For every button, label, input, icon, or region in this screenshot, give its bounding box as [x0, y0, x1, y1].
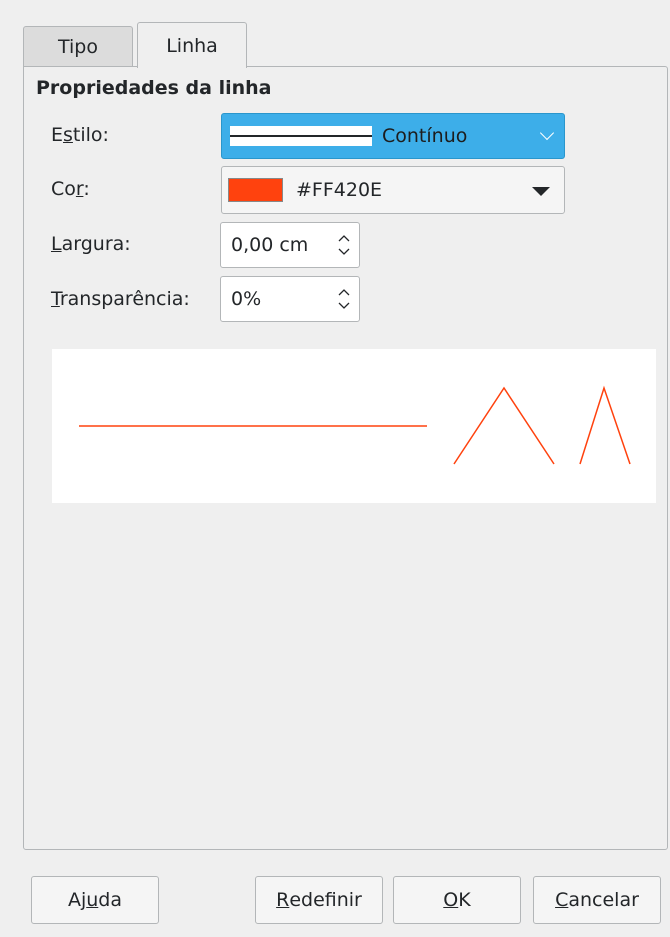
- cancel-button[interactable]: Cancelar: [533, 876, 661, 924]
- line-width-value: 0,00 cm: [231, 234, 309, 256]
- preview-narrow-angle: [579, 385, 631, 465]
- line-style-dropdown[interactable]: Contínuo: [221, 113, 565, 159]
- dropdown-arrow-icon: [532, 187, 550, 196]
- color-label: Cor:: [51, 178, 90, 200]
- line-preview: [52, 349, 656, 503]
- width-label: Largura:: [51, 233, 131, 255]
- style-label: Estilo:: [51, 124, 109, 146]
- line-color-dropdown[interactable]: #FF420E: [221, 166, 565, 214]
- preview-wide-angle: [453, 386, 555, 465]
- reset-button[interactable]: Redefinir: [255, 876, 383, 924]
- transparency-label: Transparência:: [51, 288, 190, 310]
- line-style-value: Contínuo: [382, 125, 468, 147]
- ok-button[interactable]: OK: [393, 876, 521, 924]
- help-button[interactable]: Aj u da: [31, 876, 159, 924]
- line-color-value: #FF420E: [296, 179, 383, 201]
- spin-arrows-icon[interactable]: [337, 286, 351, 312]
- chevron-down-icon: [539, 125, 555, 141]
- tab-label: Tipo: [58, 36, 98, 58]
- spin-arrows-icon[interactable]: [337, 232, 351, 258]
- tab-tipo[interactable]: Tipo: [23, 26, 133, 67]
- line-properties-panel: Propriedades da linha Estilo: Contínuo C…: [23, 66, 668, 850]
- tab-label: Linha: [166, 34, 218, 57]
- color-swatch: [228, 178, 283, 202]
- tab-linha[interactable]: Linha: [137, 22, 247, 68]
- transparency-value: 0%: [231, 288, 262, 310]
- transparency-spinbox[interactable]: 0%: [220, 276, 360, 322]
- line-width-spinbox[interactable]: 0,00 cm: [220, 222, 360, 268]
- line-style-sample: [230, 126, 372, 146]
- section-title: Propriedades da linha: [36, 77, 272, 99]
